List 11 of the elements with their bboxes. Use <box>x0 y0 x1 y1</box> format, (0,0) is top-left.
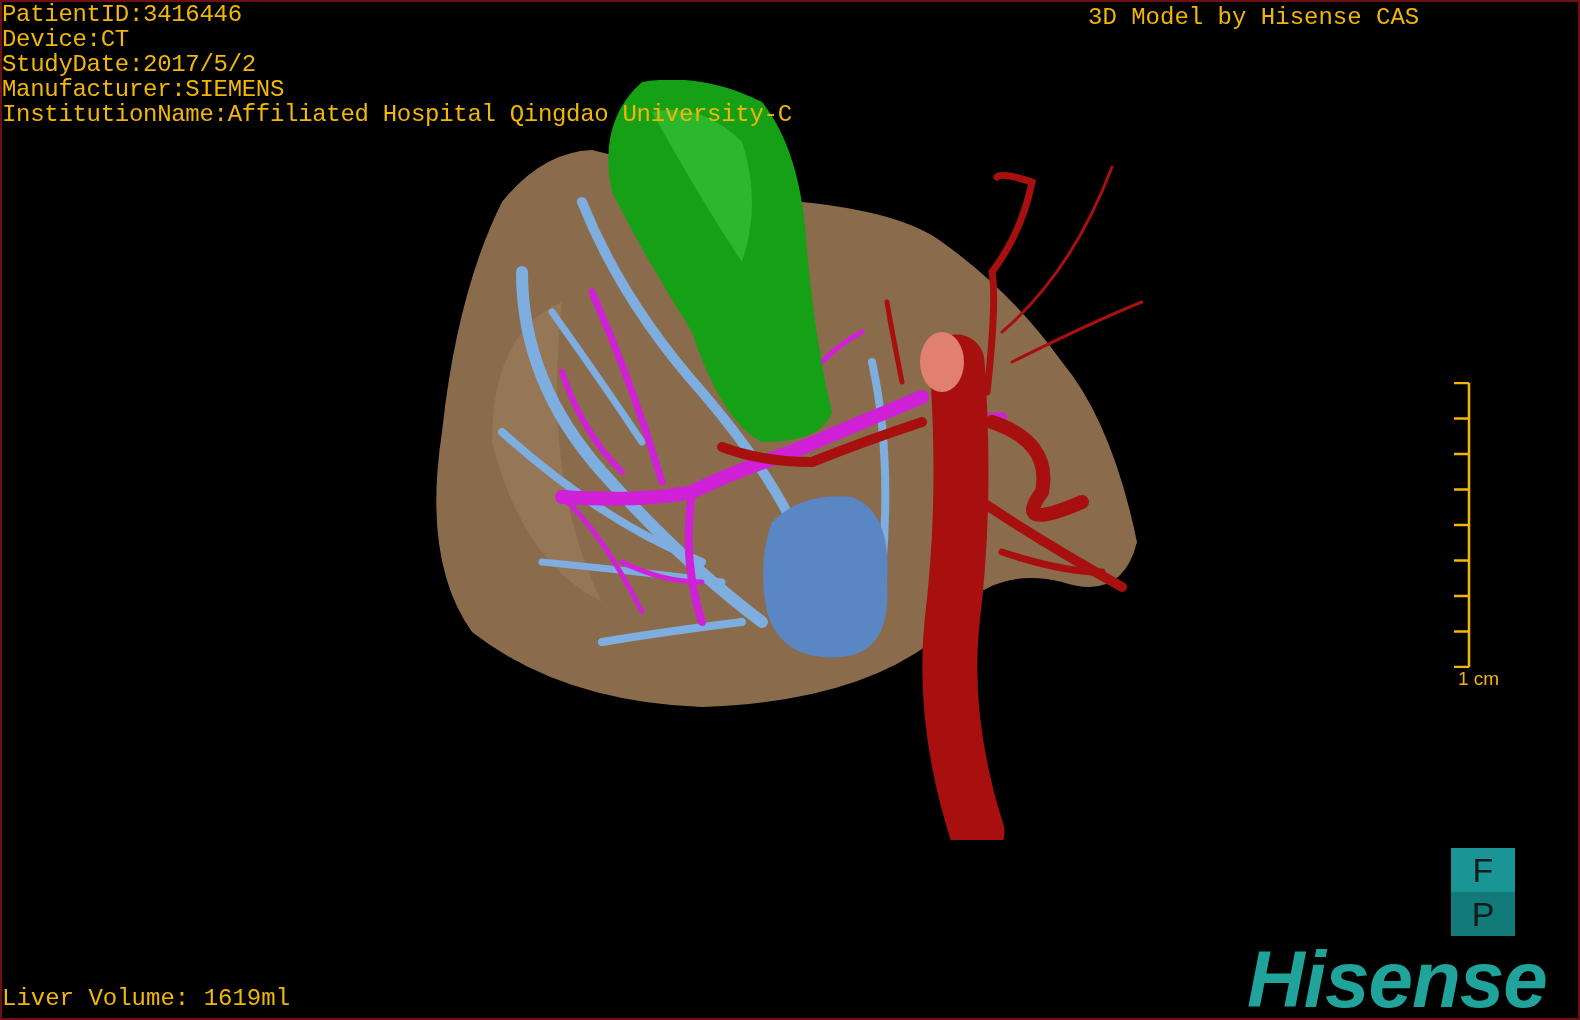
orientation-letter: P <box>1451 892 1515 936</box>
brand-logo: Hisense <box>1247 940 1547 1018</box>
caption-text: 3D Model by Hisense CAS <box>1088 4 1420 32</box>
study-info-text: StudyDate:2017/5/2 <box>2 52 257 77</box>
scale-label: 1 cm <box>1458 668 1500 690</box>
liver-volume-text: Liver Volume: 1619ml <box>2 985 291 1013</box>
scale-bar-icon <box>1452 382 1472 668</box>
orientation-letter: F <box>1451 848 1515 892</box>
study-info-text: PatientID:3416446 <box>2 2 243 27</box>
study-info-text: Manufacturer:SIEMENS <box>2 77 286 102</box>
study-info-text: Device:CT <box>2 27 130 52</box>
